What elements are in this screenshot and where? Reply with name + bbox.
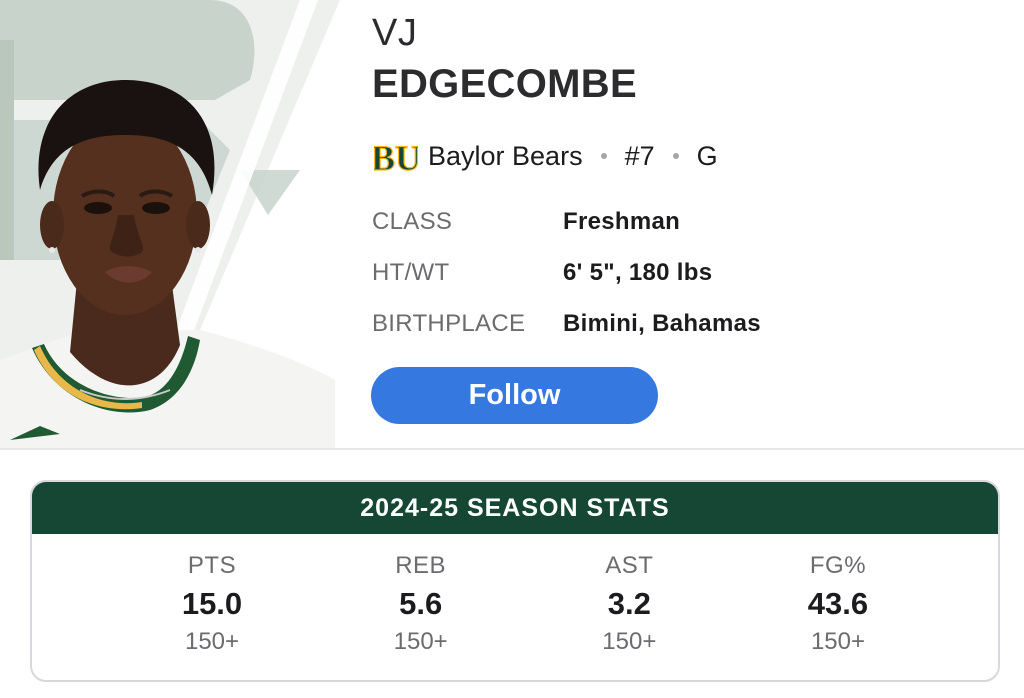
bio-row-class: CLASS Freshman	[372, 196, 761, 247]
bio-value: Bimini, Bahamas	[563, 309, 761, 337]
jersey-number: #7	[624, 140, 655, 171]
separator-dot	[672, 153, 679, 159]
stat-value: 43.6	[807, 586, 869, 621]
bio-label: BIRTHPLACE	[372, 309, 526, 337]
baylor-logo-icon[interactable]: BU	[374, 130, 418, 182]
season-stats-grid: PTS 15.0 150+ REB 5.6 150+ AST 3.2 150+ …	[32, 534, 998, 656]
stat-fg-pct: FG% 43.6 150+	[738, 534, 938, 656]
separator-dot	[600, 153, 607, 159]
team-info-row: BU Baylor Bears #7 G	[374, 130, 718, 182]
player-bio: CLASS Freshman HT/WT 6' 5", 180 lbs BIRT…	[372, 196, 761, 349]
svg-text:BU: BU	[374, 138, 418, 178]
header-divider	[0, 448, 1024, 450]
player-last-name: EDGECOMBE	[372, 62, 637, 106]
bio-label: CLASS	[372, 207, 453, 235]
player-header: VJ EDGECOMBE BU Baylor Bears #7 G CLASS …	[0, 0, 1024, 448]
stat-label: FG%	[809, 552, 867, 579]
player-photo	[0, 0, 340, 448]
stat-value: 5.6	[399, 586, 443, 621]
stat-rank: 150+	[810, 628, 865, 655]
bio-value: 6' 5", 180 lbs	[563, 258, 713, 286]
bio-row-birthplace: BIRTHPLACE Bimini, Bahamas	[372, 298, 761, 349]
stat-rank: 150+	[602, 628, 657, 655]
season-stats-card[interactable]: 2024-25 SEASON STATS PTS 15.0 150+ REB 5…	[30, 480, 1000, 682]
stat-label: REB	[395, 552, 447, 579]
stat-ast: AST 3.2 150+	[529, 534, 729, 656]
season-stats-title: 2024-25 SEASON STATS	[32, 482, 998, 534]
stat-rank: 150+	[184, 628, 240, 655]
bio-label: HT/WT	[372, 258, 450, 286]
stat-pts: PTS 15.0 150+	[112, 534, 312, 656]
follow-button[interactable]: Follow	[371, 367, 658, 424]
stat-reb: REB 5.6 150+	[321, 534, 521, 656]
stat-value: 3.2	[607, 586, 651, 621]
stat-label: AST	[605, 552, 654, 579]
player-position: G	[696, 140, 718, 171]
stat-rank: 150+	[393, 628, 448, 655]
stat-label: PTS	[187, 552, 237, 579]
bio-row-ht-wt: HT/WT 6' 5", 180 lbs	[372, 247, 761, 298]
stat-value: 15.0	[181, 586, 243, 621]
bio-value: Freshman	[563, 207, 681, 235]
player-first-name: VJ	[372, 12, 418, 54]
team-name-link[interactable]: Baylor Bears	[428, 141, 583, 172]
